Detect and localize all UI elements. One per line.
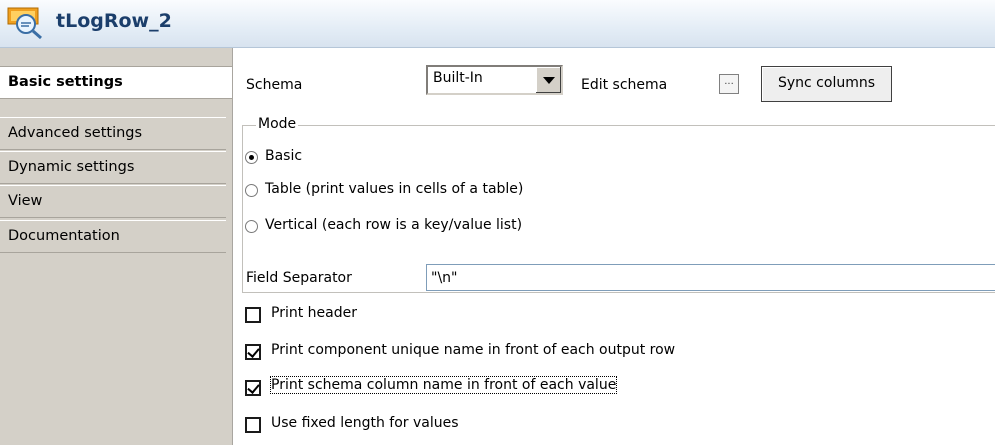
radio-table[interactable] xyxy=(245,184,258,197)
mode-legend: Mode xyxy=(256,116,299,132)
field-separator-field[interactable] xyxy=(427,265,995,290)
component-title: tLogRow_2 xyxy=(56,10,172,32)
fixed-length-checkbox[interactable] xyxy=(245,417,261,433)
field-separator-input[interactable] xyxy=(426,264,995,291)
print-column-name-checkbox[interactable] xyxy=(245,380,261,396)
schema-label: Schema xyxy=(246,77,303,93)
field-separator-label: Field Separator xyxy=(246,270,352,286)
print-unique-name-checkbox[interactable] xyxy=(245,344,261,360)
radio-basic-label: Basic xyxy=(265,148,303,164)
tab-documentation[interactable]: Documentation xyxy=(0,220,226,253)
tab-basic-settings[interactable]: Basic settings xyxy=(0,66,232,99)
schema-select-value: Built-In xyxy=(433,70,483,86)
component-title-bar: tLogRow_2 xyxy=(0,0,995,48)
tab-view[interactable]: View xyxy=(0,185,226,218)
radio-basic[interactable] xyxy=(245,151,258,164)
print-header-checkbox[interactable] xyxy=(245,307,261,323)
radio-table-label: Table (print values in cells of a table) xyxy=(265,181,524,197)
print-header-label: Print header xyxy=(271,305,357,321)
tab-advanced-settings[interactable]: Advanced settings xyxy=(0,117,226,150)
edit-schema-label: Edit schema xyxy=(581,77,668,93)
radio-vertical-label: Vertical (each row is a key/value list) xyxy=(265,217,523,233)
sync-columns-button[interactable]: Sync columns xyxy=(761,66,892,102)
print-unique-name-label: Print component unique name in front of … xyxy=(271,342,676,358)
tlogrow-component-icon xyxy=(7,7,42,40)
settings-sidebar: Basic settings Advanced settings Dynamic… xyxy=(0,48,233,445)
tab-dynamic-settings[interactable]: Dynamic settings xyxy=(0,151,226,184)
fixed-length-label: Use fixed length for values xyxy=(271,415,459,431)
edit-schema-button[interactable]: ... xyxy=(719,74,739,94)
basic-settings-panel: Schema Built-In Edit schema ... Sync col… xyxy=(233,48,995,445)
schema-select[interactable]: Built-In xyxy=(426,65,563,95)
chevron-down-icon[interactable] xyxy=(535,67,561,93)
radio-vertical[interactable] xyxy=(245,220,258,233)
print-column-name-label: Print schema column name in front of eac… xyxy=(269,376,618,394)
